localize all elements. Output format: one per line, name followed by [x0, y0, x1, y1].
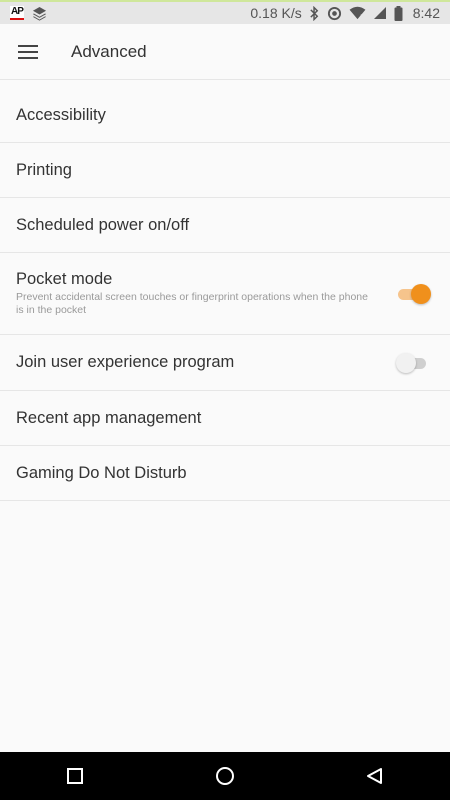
home-circle-icon[interactable]	[185, 752, 265, 800]
status-right: 0.18 K/s 8:42	[250, 5, 440, 21]
setting-text: Printing	[16, 161, 432, 180]
setting-label: Accessibility	[16, 105, 106, 124]
pocket-mode-toggle[interactable]	[396, 283, 432, 304]
battery-icon	[394, 5, 403, 21]
user-experience-toggle[interactable]	[396, 352, 432, 373]
status-left: AP	[10, 6, 47, 21]
setting-scheduled-power[interactable]: Scheduled power on/off	[0, 198, 450, 253]
setting-text: Gaming Do Not Disturb	[16, 464, 432, 483]
network-speed: 0.18 K/s	[250, 5, 302, 21]
setting-text: Pocket mode Prevent accidental screen to…	[16, 270, 388, 317]
signal-icon	[373, 6, 387, 20]
setting-text: Accessibility	[16, 106, 432, 125]
setting-printing[interactable]: Printing	[0, 143, 450, 198]
data-saver-icon	[327, 6, 342, 21]
setting-label: Recent app management	[16, 408, 202, 427]
recents-square-icon[interactable]	[35, 752, 115, 800]
setting-text: Join user experience program	[16, 353, 388, 372]
page-title: Advanced	[71, 41, 147, 61]
toggle-thumb	[396, 352, 416, 373]
setting-recent-app-management[interactable]: Recent app management	[0, 391, 450, 446]
hamburger-menu-icon[interactable]	[0, 24, 56, 80]
setting-label: Gaming Do Not Disturb	[16, 463, 187, 482]
setting-user-experience[interactable]: Join user experience program	[0, 335, 450, 391]
clock: 8:42	[412, 5, 440, 21]
app-bar: Advanced	[0, 24, 450, 80]
layers-icon	[32, 6, 47, 21]
bluetooth-icon	[309, 5, 320, 21]
navigation-bar	[0, 752, 450, 800]
setting-label: Printing	[16, 160, 72, 179]
setting-label: Scheduled power on/off	[16, 215, 190, 234]
setting-pocket-mode[interactable]: Pocket mode Prevent accidental screen to…	[0, 253, 450, 335]
toggle-thumb	[411, 283, 431, 304]
back-triangle-icon[interactable]	[335, 752, 415, 800]
setting-gaming-dnd[interactable]: Gaming Do Not Disturb	[0, 446, 450, 501]
settings-list: Accessibility Printing Scheduled power o…	[0, 88, 450, 501]
ap-news-icon: AP	[10, 6, 24, 20]
screen: AP 0.18 K/s 8:42 Advanced Accessibility …	[0, 0, 450, 800]
status-bar: AP 0.18 K/s 8:42	[0, 0, 450, 24]
setting-text: Recent app management	[16, 409, 432, 428]
setting-text: Scheduled power on/off	[16, 216, 432, 235]
setting-accessibility[interactable]: Accessibility	[0, 88, 450, 143]
wifi-icon	[349, 6, 366, 20]
setting-label: Join user experience program	[16, 353, 235, 371]
setting-description: Prevent accidental screen touches or fin…	[16, 291, 368, 316]
setting-label: Pocket mode	[16, 270, 113, 288]
